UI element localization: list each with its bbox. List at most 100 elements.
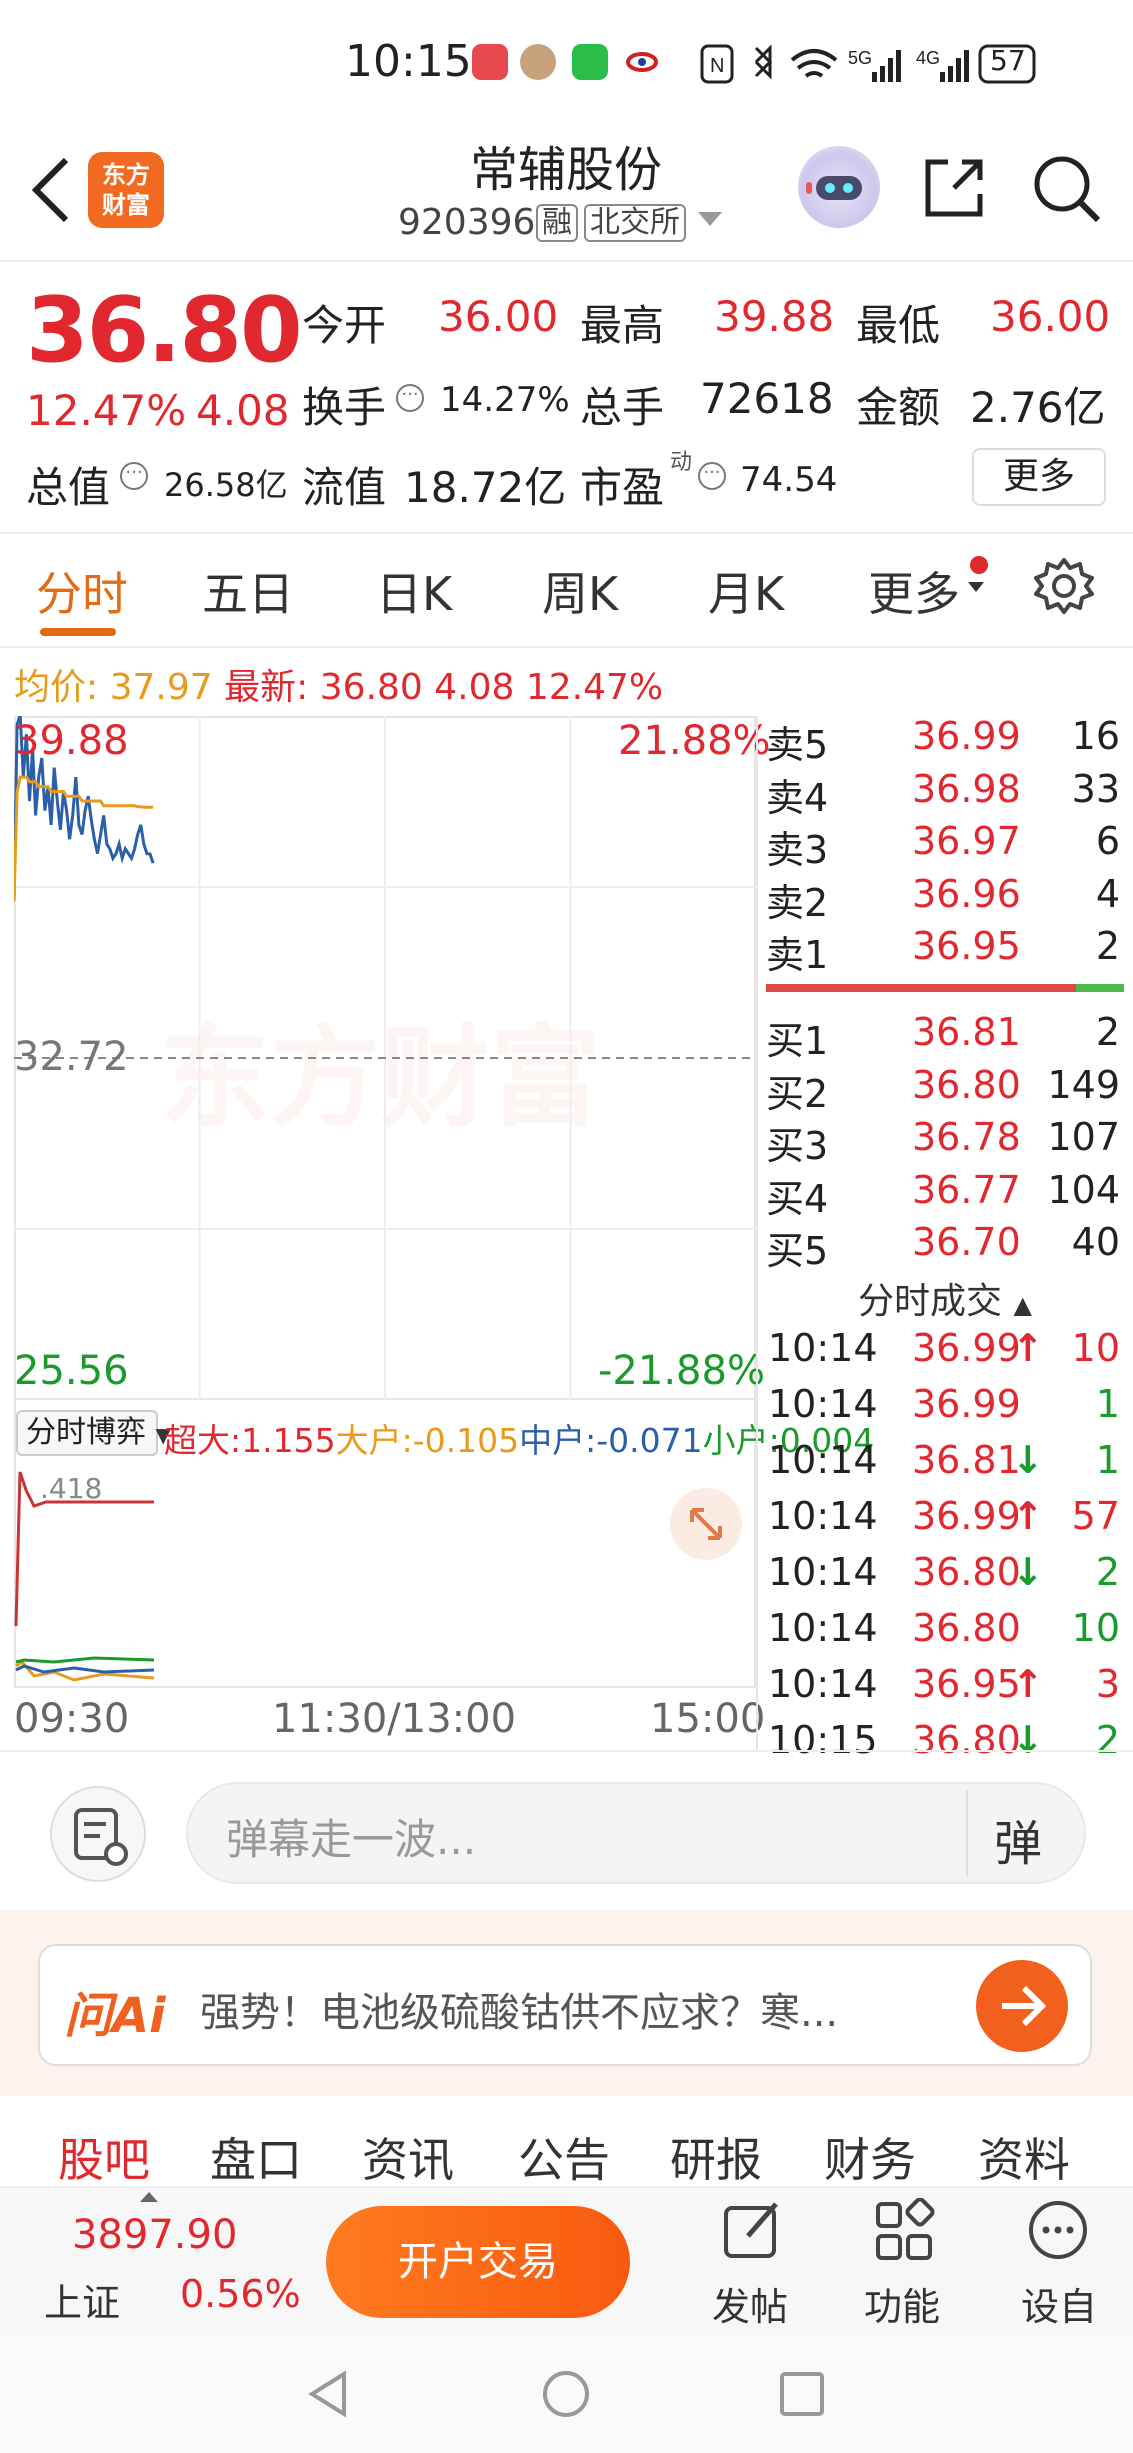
latest-label: 最新: bbox=[224, 667, 309, 708]
back-icon[interactable] bbox=[26, 150, 78, 230]
time-mid: 11:30/13:00 bbox=[272, 1696, 517, 1742]
dropdown-arrow-icon[interactable] bbox=[698, 212, 722, 226]
fund-flow-label: 分时博弈 bbox=[26, 1415, 146, 1450]
home-circle-icon[interactable] bbox=[540, 2368, 592, 2420]
ask-row: 卖1 36.95 2 bbox=[766, 924, 1124, 977]
wechat-icon bbox=[572, 44, 608, 80]
index-name[interactable]: 上证 bbox=[44, 2272, 120, 2327]
more-chevron-icon bbox=[968, 582, 984, 592]
tab-news[interactable]: 资讯 bbox=[362, 2124, 454, 2190]
pe-label: 市盈 bbox=[580, 463, 665, 512]
avg-price-line: 均价: 37.97 最新: 36.80 4.08 12.47% bbox=[14, 658, 663, 710]
divider bbox=[0, 646, 1133, 648]
functions-button[interactable]: 功能 bbox=[852, 2198, 952, 2329]
ask-level: 卖5 bbox=[766, 723, 829, 767]
trade-volume: 2 bbox=[1095, 1718, 1120, 1762]
bid-volume: 40 bbox=[1071, 1220, 1120, 1264]
ask-volume: 4 bbox=[1095, 871, 1120, 916]
danmu-toggle-button[interactable]: 弹 bbox=[994, 1804, 1042, 1874]
exchange-tag: 北交所 bbox=[584, 204, 686, 242]
functions-label: 功能 bbox=[863, 2285, 940, 2329]
divider bbox=[0, 532, 1133, 534]
tab-weekly-k[interactable]: 周K bbox=[542, 558, 618, 624]
turnover-label: 换手 bbox=[302, 383, 387, 432]
post-label: 发帖 bbox=[711, 2285, 788, 2329]
trade-price: 36.99 bbox=[912, 1326, 1021, 1370]
grid-icon bbox=[876, 2198, 935, 2260]
tab-more[interactable]: 更多 bbox=[868, 558, 960, 624]
ai-headline[interactable]: 强势！电池级硫酸钴供不应求？寒... bbox=[200, 1980, 838, 2038]
pe-dynamic-sup: 动 bbox=[670, 450, 693, 475]
bid-price: 36.80 bbox=[912, 1062, 1021, 1107]
trade-row: 10:14 36.95 ↑ 3 bbox=[766, 1662, 1124, 1716]
tab-intraday[interactable]: 分时 bbox=[36, 558, 128, 624]
tab-guba[interactable]: 股吧 bbox=[58, 2124, 150, 2190]
arrow-down-icon: ↓ bbox=[1012, 1718, 1044, 1762]
trade-price: 36.99 bbox=[912, 1382, 1021, 1426]
index-value[interactable]: 3897.90 bbox=[72, 2212, 237, 2258]
share-icon[interactable] bbox=[918, 152, 988, 226]
index-percent[interactable]: 0.56% bbox=[180, 2272, 301, 2316]
back-triangle-icon[interactable] bbox=[304, 2368, 352, 2420]
arrow-up-icon: ↑ bbox=[1012, 1326, 1044, 1370]
change-amount: 4.08 bbox=[196, 386, 290, 435]
tab-finance[interactable]: 财务 bbox=[824, 2124, 916, 2190]
danmu-settings-icon[interactable] bbox=[50, 1786, 146, 1882]
expand-icon[interactable] bbox=[670, 1488, 742, 1560]
tab-daily-k[interactable]: 日K bbox=[376, 558, 452, 624]
tab-research[interactable]: 研报 bbox=[670, 2124, 762, 2190]
recents-square-icon[interactable] bbox=[778, 2370, 826, 2418]
time-sales-label: 分时成交 bbox=[858, 1281, 1003, 1322]
time-end: 15:00 bbox=[650, 1696, 766, 1742]
battery-level: 57 bbox=[990, 44, 1026, 77]
info-icon[interactable]: ··· bbox=[698, 462, 726, 490]
bid-level: 买1 bbox=[766, 1019, 829, 1063]
settings-gear-icon[interactable] bbox=[1034, 556, 1094, 620]
float-value: 18.72亿 bbox=[404, 463, 567, 512]
bid-row: 买5 36.70 40 bbox=[766, 1220, 1124, 1273]
arrow-right-icon[interactable] bbox=[976, 1960, 1068, 2052]
divider bbox=[0, 260, 1133, 262]
trade-row: 10:15 36.80 ↓ 2 bbox=[766, 1718, 1124, 1772]
bid-level: 买2 bbox=[766, 1071, 829, 1116]
pct-axis-bottom: -21.88% bbox=[598, 1348, 765, 1394]
pct-axis-top: 21.88% bbox=[618, 718, 771, 764]
trade-row: 10:14 36.80 10 bbox=[766, 1606, 1124, 1660]
float-label: 流值 bbox=[302, 463, 387, 512]
amount-value: 2.76亿 bbox=[970, 383, 1106, 432]
time-sales-title[interactable]: 分时成交 ▲ bbox=[766, 1272, 1124, 1324]
tab-profile[interactable]: 资料 bbox=[978, 2124, 1070, 2190]
bid-level: 买4 bbox=[766, 1176, 829, 1221]
trade-time: 10:14 bbox=[768, 1494, 878, 1538]
trade-volume: 1 bbox=[1095, 1438, 1120, 1482]
open-account-trade-button[interactable]: 开户交易 bbox=[326, 2206, 630, 2318]
ask-volume: 2 bbox=[1095, 924, 1120, 968]
tab-monthly-k[interactable]: 月K bbox=[708, 558, 784, 624]
more-button[interactable]: 更多 bbox=[972, 448, 1106, 506]
ask-row: 卖3 36.97 6 bbox=[766, 819, 1124, 872]
info-icon[interactable]: ··· bbox=[120, 462, 148, 490]
y-axis-top: 39.88 bbox=[14, 718, 129, 764]
search-icon[interactable] bbox=[1030, 152, 1104, 230]
trade-volume: 1 bbox=[1095, 1382, 1120, 1426]
info-icon[interactable]: ··· bbox=[396, 384, 424, 412]
trade-row: 10:14 36.99 ↑ 10 bbox=[766, 1326, 1124, 1380]
trade-price: 36.80 bbox=[912, 1606, 1021, 1650]
y-axis-bottom: 25.56 bbox=[14, 1348, 129, 1394]
trade-row: 10:14 36.99 ↑ 57 bbox=[766, 1494, 1124, 1548]
trade-price: 36.95 bbox=[912, 1662, 1021, 1706]
post-button[interactable]: 发帖 bbox=[700, 2198, 800, 2329]
add-watchlist-button[interactable]: 设自选 bbox=[1004, 2198, 1114, 2384]
mktcap-label: 总值 bbox=[26, 463, 111, 512]
danmu-button-label: 弹 bbox=[994, 1816, 1043, 1872]
tab-five-day[interactable]: 五日 bbox=[202, 558, 294, 624]
tab-announcements[interactable]: 公告 bbox=[518, 2124, 610, 2190]
tab-pankou[interactable]: 盘口 bbox=[210, 2124, 302, 2190]
bid-volume: 2 bbox=[1095, 1010, 1120, 1054]
ai-assistant-icon[interactable] bbox=[798, 146, 880, 228]
fund-flow-selector[interactable]: 分时博弈 ▼ bbox=[16, 1410, 171, 1456]
trade-volume: 57 bbox=[1071, 1494, 1120, 1538]
ask-price: 36.96 bbox=[912, 871, 1021, 916]
ask-volume: 16 bbox=[1071, 714, 1120, 758]
bid-level: 买5 bbox=[766, 1229, 829, 1273]
